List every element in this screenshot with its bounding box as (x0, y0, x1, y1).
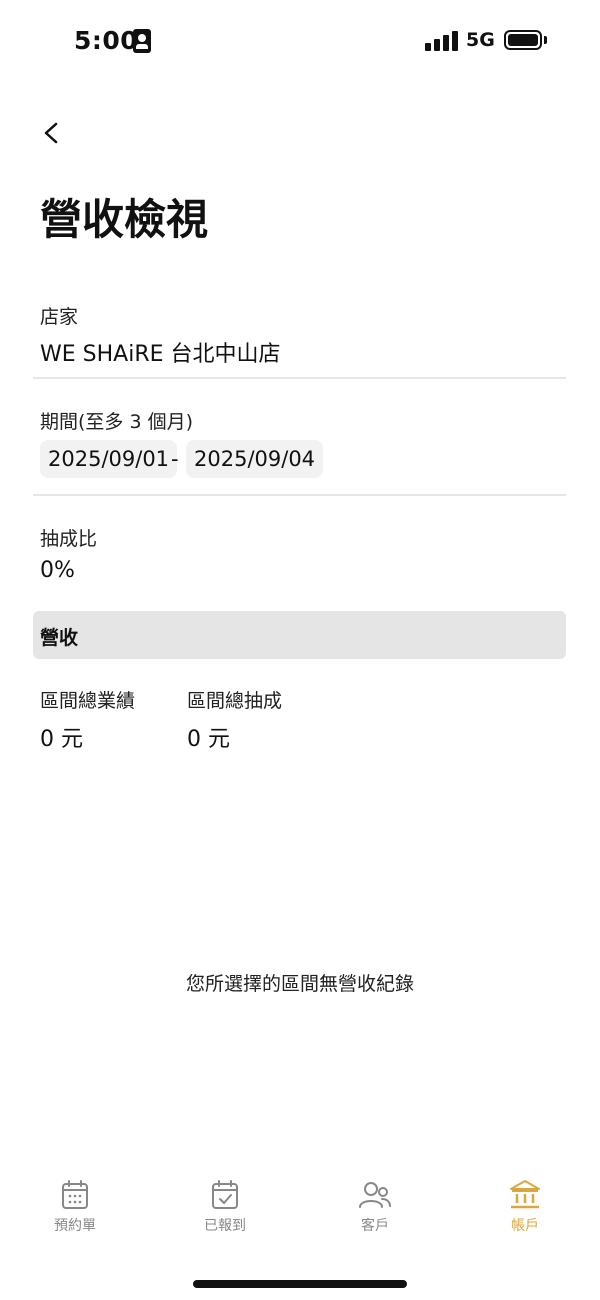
contact-card-icon (133, 29, 151, 53)
status-bar: 5:00 5G (0, 0, 600, 80)
total-sales-value: 0 元 (40, 727, 83, 752)
tab-account[interactable]: 帳戶 (465, 1165, 585, 1245)
total-commission-label: 區間總抽成 (187, 690, 283, 712)
tab-label: 客戶 (361, 1218, 389, 1234)
chevron-left-icon (44, 122, 58, 144)
back-button[interactable] (36, 114, 70, 152)
period-label: 期間(至多 3 個月) (40, 411, 193, 433)
commission-rate-value: 0% (40, 558, 75, 583)
tab-checked-in[interactable]: 已報到 (165, 1165, 285, 1245)
total-commission-value: 0 元 (187, 727, 230, 752)
battery-icon (504, 30, 542, 50)
store-label: 店家 (40, 306, 79, 328)
store-value: WE SHAiRE 台北中山店 (40, 342, 281, 367)
network-type: 5G (466, 29, 495, 51)
total-sales-label: 區間總業績 (40, 690, 136, 712)
tab-label: 帳戶 (511, 1218, 539, 1234)
divider (33, 377, 566, 379)
empty-state-message: 您所選擇的區間無營收紀錄 (185, 973, 414, 995)
home-indicator[interactable] (193, 1280, 407, 1288)
revenue-section-title: 營收 (40, 627, 79, 649)
status-time: 5:00 (74, 26, 139, 55)
calendar-icon (62, 1180, 88, 1209)
revenue-section-header: 營收 (33, 611, 566, 659)
end-date-picker[interactable]: 2025/09/04 (186, 440, 324, 478)
divider (33, 494, 566, 496)
tab-label: 已報到 (204, 1218, 246, 1234)
tab-customers[interactable]: 客戶 (315, 1165, 435, 1245)
bottom-tab-bar: 預約單 已報到 客戶 帳戶 (0, 1165, 600, 1245)
users-icon (359, 1182, 391, 1208)
tab-label: 預約單 (54, 1218, 96, 1234)
bank-icon (510, 1180, 540, 1209)
date-separator: - (171, 447, 179, 471)
start-date-picker[interactable]: 2025/09/01 (40, 440, 178, 478)
commission-rate-label: 抽成比 (40, 528, 98, 550)
page-title: 營收檢視 (40, 195, 209, 244)
calendar-check-icon (212, 1180, 238, 1209)
tab-bookings[interactable]: 預約單 (15, 1165, 135, 1245)
battery-tip (544, 36, 547, 44)
signal-icon (425, 31, 459, 51)
